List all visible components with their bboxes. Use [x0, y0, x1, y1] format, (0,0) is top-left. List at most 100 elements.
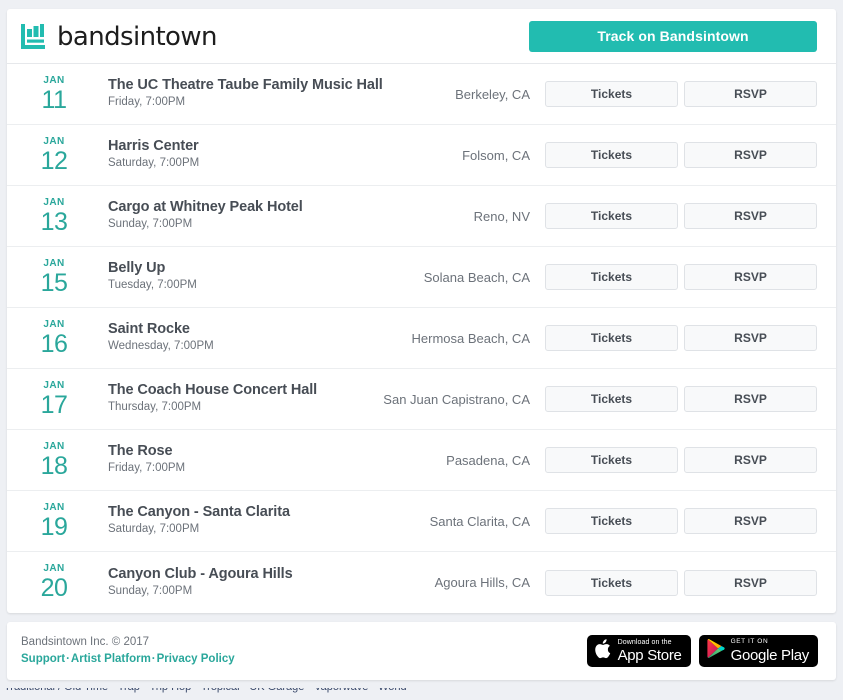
event-datetime: Sunday, 7:00PM — [108, 217, 474, 233]
event-date-month: JAN — [25, 259, 83, 269]
event-row[interactable]: JAN16 Saint RockeWednesday, 7:00PMHermosa… — [7, 308, 836, 369]
event-datetime: Saturday, 7:00PM — [108, 156, 462, 172]
event-location: Hermosa Beach, CA — [412, 331, 546, 346]
event-date-month: JAN — [25, 442, 83, 452]
event-date: JAN 15 — [21, 259, 83, 296]
footer-link-support[interactable]: Support — [21, 653, 65, 665]
event-venue: Cargo at Whitney Peak HotelSunday, 7:00P… — [83, 199, 474, 233]
event-datetime: Wednesday, 7:00PM — [108, 339, 412, 355]
app-store-badge[interactable]: Download on the App Store — [587, 635, 691, 667]
rsvp-button[interactable]: RSVP — [684, 447, 817, 473]
event-date: JAN 20 — [21, 564, 83, 601]
event-location: Folsom, CA — [462, 148, 545, 163]
event-actions: TicketsRSVP — [545, 325, 817, 351]
event-venue: Canyon Club - Agoura HillsSunday, 7:00PM — [83, 566, 435, 600]
event-date-month: JAN — [25, 137, 83, 147]
brand[interactable]: bandsintown — [21, 23, 217, 50]
event-date: JAN17 — [21, 381, 83, 418]
event-location: Santa Clarita, CA — [430, 514, 545, 529]
tickets-button[interactable]: Tickets — [545, 81, 678, 107]
rsvp-button[interactable]: RSVP — [684, 508, 817, 534]
event-actions: TicketsRSVP — [545, 203, 817, 229]
event-actions: TicketsRSVP — [545, 447, 817, 473]
rsvp-button[interactable]: RSVP — [684, 81, 817, 107]
tickets-button[interactable]: Tickets — [545, 325, 678, 351]
event-row[interactable]: JAN11The UC Theatre Taube Family Music H… — [7, 64, 836, 125]
app-store-badge-text: Download on the App Store — [618, 639, 682, 663]
tickets-button[interactable]: Tickets — [545, 142, 678, 168]
rsvp-button[interactable]: RSVP — [684, 325, 817, 351]
event-date-day: 11 — [25, 88, 83, 113]
tickets-button[interactable]: Tickets — [545, 203, 678, 229]
rsvp-button[interactable]: RSVP — [684, 264, 817, 290]
tickets-button[interactable]: Tickets — [545, 264, 678, 290]
event-location: Berkeley, CA — [455, 87, 545, 102]
event-venue-name: The Coach House Concert Hall — [108, 382, 383, 399]
event-venue: Belly UpTuesday, 7:00PM — [83, 260, 424, 294]
event-venue-name: Saint Rocke — [108, 321, 412, 338]
track-on-bandsintown-button[interactable]: Track on Bandsintown — [529, 21, 817, 52]
event-date: JAN18 — [21, 442, 83, 479]
event-location: Solana Beach, CA — [424, 270, 545, 285]
apple-logo-icon — [594, 638, 612, 665]
event-venue: The RoseFriday, 7:00PM — [83, 443, 446, 477]
event-actions: TicketsRSVP — [545, 570, 817, 596]
event-actions: TicketsRSVP — [545, 142, 817, 168]
footer-card: Bandsintown Inc. © 2017 Support·Artist P… — [7, 622, 836, 680]
google-play-triangle-icon — [706, 638, 725, 664]
google-play-bottom-line: Google Play — [731, 648, 809, 663]
event-row[interactable]: JAN 13Cargo at Whitney Peak HotelSunday, … — [7, 186, 836, 247]
rsvp-button[interactable]: RSVP — [684, 203, 817, 229]
event-datetime: Thursday, 7:00PM — [108, 400, 383, 416]
event-date-day: 13 — [25, 210, 83, 235]
event-venue-name: Harris Center — [108, 138, 462, 155]
bandsintown-bars-icon — [21, 23, 48, 50]
event-date: JAN 12 — [21, 137, 83, 174]
tickets-button[interactable]: Tickets — [545, 570, 678, 596]
event-row[interactable]: JAN 20Canyon Club - Agoura HillsSunday, 7… — [7, 552, 836, 613]
event-row[interactable]: JAN17 The Coach House Concert HallThursda… — [7, 369, 836, 430]
tickets-button[interactable]: Tickets — [545, 447, 678, 473]
event-datetime: Friday, 7:00PM — [108, 461, 446, 477]
footer-links: Support·Artist Platform·Privacy Policy — [21, 651, 235, 668]
clipped-bottom-strip: Traditional / Old Time · Trap · Trip Hop… — [0, 688, 843, 700]
events-list: JAN 11The UC Theatre Taube Family Music H… — [7, 64, 836, 613]
rsvp-button[interactable]: RSVP — [684, 142, 817, 168]
clipped-strip-text: Traditional / Old Time · Trap · Trip Hop… — [4, 688, 407, 693]
widget-header: bandsintown Track on Bandsintown — [7, 9, 836, 64]
event-date: JAN19 — [21, 503, 83, 540]
event-row[interactable]: JAN19The Canyon - Santa ClaritaSaturday,… — [7, 491, 836, 552]
event-actions: TicketsRSVP — [545, 508, 817, 534]
event-venue: The Canyon - Santa ClaritaSaturday, 7:00… — [83, 504, 430, 538]
event-date-day: 15 — [25, 271, 83, 296]
google-play-badge[interactable]: GET IT ON Google Play — [699, 635, 818, 667]
event-date-day: 19 — [25, 515, 83, 540]
event-actions: TicketsRSVP — [545, 264, 817, 290]
tickets-button[interactable]: Tickets — [545, 508, 678, 534]
google-play-top-line: GET IT ON — [731, 639, 809, 646]
event-venue: The UC Theatre Taube Family Music HallFr… — [83, 77, 455, 111]
rsvp-button[interactable]: RSVP — [684, 386, 817, 412]
footer-link-privacy-policy[interactable]: Privacy Policy — [157, 653, 235, 665]
event-actions: TicketsRSVP — [545, 386, 817, 412]
footer-link-artist-platform[interactable]: Artist Platform — [71, 653, 151, 665]
event-row[interactable]: JAN18The RoseFriday, 7:00PMPasadena, CAT… — [7, 430, 836, 491]
tickets-button[interactable]: Tickets — [545, 386, 678, 412]
event-date-day: 12 — [25, 149, 83, 174]
store-badges: Download on the App Store — [587, 635, 818, 667]
event-venue: Harris CenterSaturday, 7:00PM — [83, 138, 462, 172]
event-venue-name: The Canyon - Santa Clarita — [108, 504, 430, 521]
event-date-day: 20 — [25, 576, 83, 601]
event-venue-name: Belly Up — [108, 260, 424, 277]
event-row[interactable]: JAN 15Belly UpTuesday, 7:00PMSolana Beach… — [7, 247, 836, 308]
event-venue-name: Canyon Club - Agoura Hills — [108, 566, 435, 583]
event-date-month: JAN — [25, 198, 83, 208]
event-row[interactable]: JAN12Harris CenterSaturday, 7:00PMFolsom… — [7, 125, 836, 186]
event-location: Reno, NV — [474, 209, 545, 224]
rsvp-button[interactable]: RSVP — [684, 570, 817, 596]
app-store-top-line: Download on the — [618, 639, 682, 646]
event-date: JAN16 — [21, 320, 83, 357]
event-date-month: JAN — [25, 564, 83, 574]
event-datetime: Saturday, 7:00PM — [108, 522, 430, 538]
event-datetime: Friday, 7:00PM — [108, 95, 455, 111]
